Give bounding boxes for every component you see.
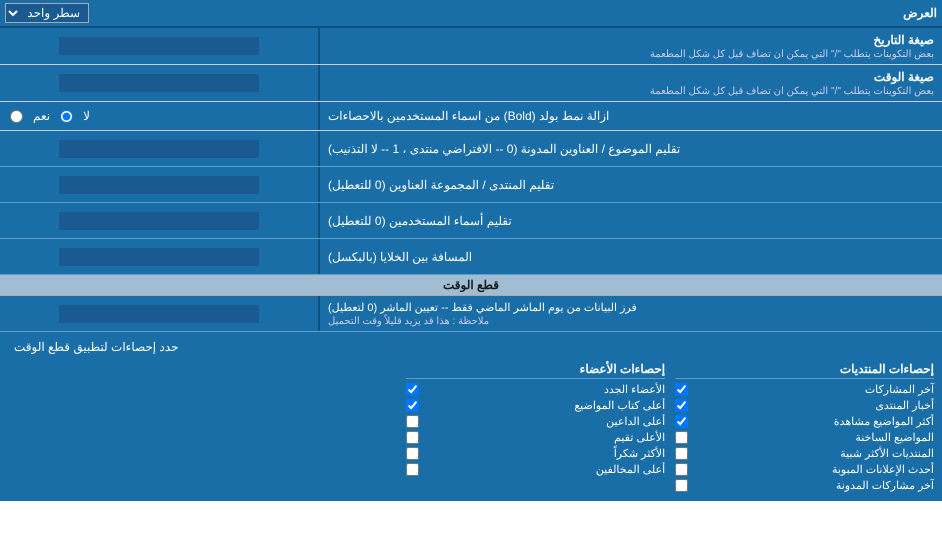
bold-no-radio[interactable] [60,110,73,123]
members-stat-check-2[interactable] [406,415,419,428]
forum-members-label: تقليم المنتدى / المجموعة العناوين (0 للت… [320,167,942,202]
posts-stat-check-3[interactable] [675,431,688,444]
date-format-row: صيغة التاريخ بعض التكوينات يتطلب "/" الت… [0,28,942,65]
date-format-sub-label: بعض التكوينات يتطلب "/" التي يمكن ان تضا… [328,49,934,60]
user-names-input-cell: 0 [0,203,320,238]
date-format-input-cell: d-m [0,28,320,64]
forum-topics-label: تقليم الموضوع / العناوين المدونة (0 -- ا… [320,131,942,166]
posts-stat-check-0[interactable] [675,383,688,396]
members-stat-check-3[interactable] [406,431,419,444]
posts-stat-item-1: أخبار المنتدى [675,399,934,412]
members-stats-header: إحصاءات الأعضاء [406,362,665,379]
members-stat-label-2: أعلى الداعين [423,415,665,428]
date-format-main-label: صيغة التاريخ [328,33,934,47]
cell-gap-label: المسافة بين الخلايا (بالبكسل) [320,239,942,274]
members-stat-item-1: أعلى كتاب المواضيع [406,399,665,412]
members-stats-col: إحصاءات الأعضاء الأعضاء الجدد أعلى كتاب … [406,362,665,495]
posts-stat-label-2: أكثر المواضيع مشاهدة [692,415,934,428]
display-select[interactable]: سطر واحد سطران ثلاثة أسطر [5,3,89,23]
posts-stat-item-0: آخر المشاركات [675,383,934,396]
bold-no-label: لا [83,109,90,123]
members-stat-check-1[interactable] [406,399,419,412]
cut-time-row: فرز البيانات من يوم الماشر الماضي فقط --… [0,296,942,332]
members-stat-item-2: أعلى الداعين [406,415,665,428]
members-stat-item-0: الأعضاء الجدد [406,383,665,396]
members-stat-label-4: الأكثر شكراً [423,447,665,460]
posts-stat-item-5: أحدث الإعلانات المبوبة [675,463,934,476]
bold-yes-radio[interactable] [10,110,23,123]
time-format-sub-label: بعض التكوينات يتطلب "/" التي يمكن ان تضا… [328,86,934,97]
cut-time-section-header: قطع الوقت [0,275,942,296]
user-names-input[interactable]: 0 [59,212,259,230]
posts-stat-label-0: آخر المشاركات [692,383,934,396]
stats-apply-spacer [8,362,396,495]
members-stat-check-4[interactable] [406,447,419,460]
posts-stat-check-4[interactable] [675,447,688,460]
members-stat-label-3: الأعلى تقيم [423,431,665,444]
cut-time-input-cell: 0 [0,296,320,331]
apply-row: حدد إحصاءات لتطبيق قطع الوقت [8,338,934,356]
posts-stat-label-1: أخبار المنتدى [692,399,934,412]
posts-stat-label-3: المواضيع الساخنة [692,431,934,444]
main-container: العرض سطر واحد سطران ثلاثة أسطر صيغة الت… [0,0,942,501]
posts-stats-header: إحصاءات المنتديات [675,362,934,379]
posts-stat-label-4: المنتديات الأكثر شبية [692,447,934,460]
members-stat-label-0: الأعضاء الجدد [423,383,665,396]
time-format-label-cell: صيغة الوقت بعض التكوينات يتطلب "/" التي … [320,65,942,101]
forum-topics-row: تقليم الموضوع / العناوين المدونة (0 -- ا… [0,131,942,167]
cut-time-label-cell: فرز البيانات من يوم الماشر الماضي فقط --… [320,296,942,331]
bold-remove-label-cell: ازالة نمط بولد (Bold) من اسماء المستخدمي… [320,102,942,130]
cell-gap-row: المسافة بين الخلايا (بالبكسل) 2 [0,239,942,275]
posts-stat-item-4: المنتديات الأكثر شبية [675,447,934,460]
forum-members-input[interactable]: 33 [59,176,259,194]
forum-members-row: تقليم المنتدى / المجموعة العناوين (0 للت… [0,167,942,203]
members-stat-item-3: الأعلى تقيم [406,431,665,444]
bold-yes-label: نعم [33,109,50,123]
time-format-input[interactable]: H:i [59,74,259,92]
members-stat-label-5: أعلى المخالفين [423,463,665,476]
bottom-stats-area: حدد إحصاءات لتطبيق قطع الوقت إحصاءات الم… [0,332,942,501]
posts-stat-check-1[interactable] [675,399,688,412]
user-names-row: تقليم أسماء المستخدمين (0 للتعطيل) 0 [0,203,942,239]
members-stat-item-4: الأكثر شكراً [406,447,665,460]
posts-stat-label-5: أحدث الإعلانات المبوبة [692,463,934,476]
forum-topics-input[interactable]: 33 [59,140,259,158]
posts-stat-check-2[interactable] [675,415,688,428]
cell-gap-input-cell: 2 [0,239,320,274]
members-stat-item-5: أعلى المخالفين [406,463,665,476]
posts-stat-item-3: المواضيع الساخنة [675,431,934,444]
members-stat-label-1: أعلى كتاب المواضيع [423,399,665,412]
posts-stat-check-5[interactable] [675,463,688,476]
user-names-label: تقليم أسماء المستخدمين (0 للتعطيل) [320,203,942,238]
forum-members-input-cell: 33 [0,167,320,202]
forum-topics-input-cell: 33 [0,131,320,166]
apply-label: حدد إحصاءات لتطبيق قطع الوقت [8,338,185,356]
bold-remove-label: ازالة نمط بولد (Bold) من اسماء المستخدمي… [328,109,609,123]
date-format-input[interactable]: d-m [59,37,259,55]
date-format-label-cell: صيغة التاريخ بعض التكوينات يتطلب "/" الت… [320,28,942,64]
time-format-row: صيغة الوقت بعض التكوينات يتطلب "/" التي … [0,65,942,102]
members-stat-check-0[interactable] [406,383,419,396]
cell-gap-input[interactable]: 2 [59,248,259,266]
cut-time-input[interactable]: 0 [59,305,259,323]
posts-stats-col: إحصاءات المنتديات آخر المشاركات أخبار ال… [675,362,934,495]
posts-stat-label-6: آخر مشاركات المدونة [692,479,934,492]
posts-stat-item-6: آخر مشاركات المدونة [675,479,934,492]
header-label: العرض [89,6,937,20]
time-format-main-label: صيغة الوقت [328,70,934,84]
header-row: العرض سطر واحد سطران ثلاثة أسطر [0,0,942,26]
bold-remove-row: ازالة نمط بولد (Bold) من اسماء المستخدمي… [0,102,942,131]
members-stat-check-5[interactable] [406,463,419,476]
posts-stat-check-6[interactable] [675,479,688,492]
posts-stat-item-2: أكثر المواضيع مشاهدة [675,415,934,428]
bold-remove-options-cell: لا نعم [0,102,320,130]
bottom-stats-grid: إحصاءات المنتديات آخر المشاركات أخبار ال… [8,362,934,495]
time-format-input-cell: H:i [0,65,320,101]
